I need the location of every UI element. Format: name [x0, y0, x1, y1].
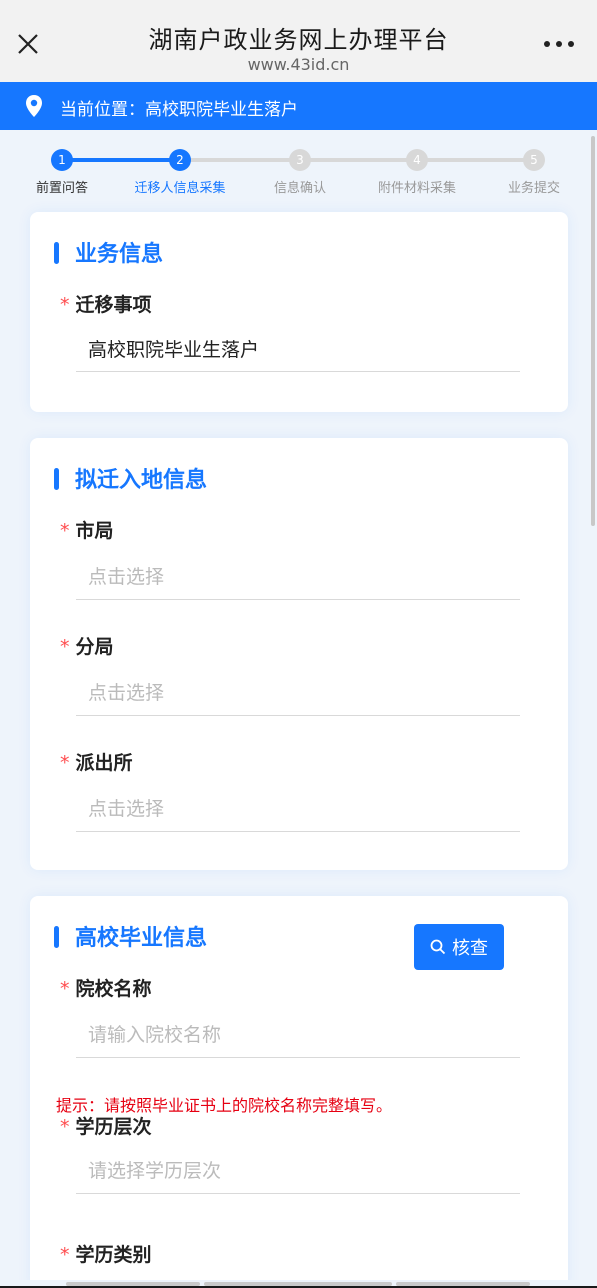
verify-button-label: 核查 [452, 938, 488, 959]
education-level-label-text: 学历层次 [75, 1116, 152, 1138]
required-mark: * [60, 1116, 70, 1138]
police-station-label: * 派出所 [60, 748, 133, 775]
branch-bureau-select[interactable] [76, 670, 520, 716]
step-4-dot: 4 [406, 149, 428, 171]
step-1-label: 前置问答 [35, 181, 89, 196]
step-3-label: 信息确认 [273, 181, 327, 196]
page-title: 湖南户政业务网上办理平台 [148, 26, 449, 54]
more-icon[interactable] [543, 38, 575, 50]
step-connector [300, 158, 417, 162]
city-bureau-label: * 市局 [60, 516, 114, 543]
step-5-label: 业务提交 [507, 181, 561, 196]
school-name-label: * 院校名称 [60, 974, 152, 1001]
location-label: 当前位置： [60, 100, 145, 120]
destination-info-card: 拟迁入地信息 *市局 *分局 *派出所 [30, 438, 568, 870]
education-level-label: * 学历层次 [60, 1112, 152, 1139]
required-mark: * [60, 520, 70, 542]
section-title-text: 拟迁入地信息 [75, 468, 208, 493]
migration-item-label: * 迁移事项 [60, 290, 152, 317]
step-4-label: 附件材料采集 [377, 181, 457, 196]
page-url: www.43id.cn [247, 55, 350, 74]
section-title-text: 业务信息 [75, 242, 164, 267]
search-icon [430, 939, 446, 955]
step-2-label: 迁移人信息采集 [134, 181, 226, 196]
business-info-card: 业务信息 * 迁移事项 [30, 212, 568, 412]
city-bureau-select[interactable] [76, 554, 520, 600]
section-title-bar [54, 926, 59, 948]
verify-button[interactable]: 核查 [414, 924, 504, 970]
section-title-bar [54, 468, 59, 490]
required-mark: * [60, 636, 70, 658]
required-mark: * [60, 1244, 70, 1266]
migration-item-label-text: 迁移事项 [75, 294, 152, 316]
school-name-input[interactable] [76, 1012, 520, 1058]
police-station-select[interactable] [76, 786, 520, 832]
scrollbar[interactable] [591, 136, 595, 526]
step-1-dot: 1 [51, 149, 73, 171]
location-value: 高校职院毕业生落户 [145, 100, 298, 120]
police-station-label-text: 派出所 [75, 752, 133, 774]
step-5-dot: 5 [523, 149, 545, 171]
section-title-bar [54, 242, 59, 264]
progress-stepper: 1 2 3 4 5 前置问答 迁移人信息采集 信息确认 附件材料采集 业务提交 [0, 130, 597, 205]
education-category-label: * 学历类别 [60, 1240, 152, 1267]
branch-bureau-label-text: 分局 [75, 636, 114, 658]
section-title-text: 高校毕业信息 [75, 926, 208, 951]
location-bar: 当前位置：高校职院毕业生落户 [0, 82, 597, 130]
school-name-label-text: 院校名称 [75, 978, 152, 1000]
location-text: 当前位置：高校职院毕业生落户 [60, 95, 298, 120]
education-level-select[interactable] [76, 1148, 520, 1194]
required-mark: * [60, 294, 70, 316]
education-category-label-text: 学历类别 [75, 1244, 152, 1266]
location-pin-icon [26, 95, 42, 117]
city-bureau-label-text: 市局 [75, 520, 114, 542]
step-connector [180, 158, 300, 162]
step-connector [417, 158, 534, 162]
migration-item-input[interactable] [76, 326, 520, 372]
graduation-info-card: 高校毕业信息 核查 *院校名称 提示：请按照毕业证书上的院校名称完整填写。 *学… [30, 896, 568, 1288]
required-mark: * [60, 752, 70, 774]
required-mark: * [60, 978, 70, 1000]
step-3-dot: 3 [289, 149, 311, 171]
step-connector [62, 158, 180, 162]
title-bar: 湖南户政业务网上办理平台 www.43id.cn [0, 0, 597, 82]
step-2-dot: 2 [169, 149, 191, 171]
branch-bureau-label: * 分局 [60, 632, 114, 659]
